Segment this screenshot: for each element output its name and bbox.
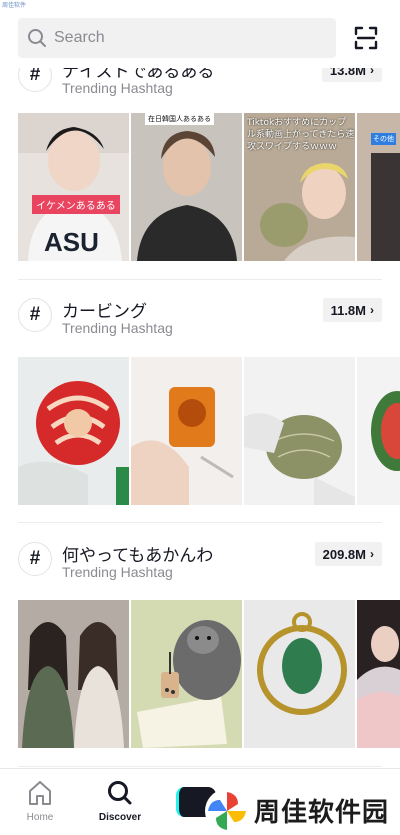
search-icon [28, 29, 46, 47]
hashtag-row-3[interactable]: # 何やってもあかんわ Trending Hashtag 209.8M › [18, 542, 382, 582]
home-icon [29, 781, 51, 805]
svg-text:ASU: ASU [44, 227, 99, 257]
scan-icon[interactable] [352, 24, 380, 52]
pinwheel-logo-icon [205, 788, 249, 833]
thumbnail-caption: Tiktokおすすめにカップル系動画上がってきたら速攻スワイプするｗｗｗ [247, 118, 355, 152]
search-placeholder: Search [54, 29, 105, 46]
video-thumbnail[interactable] [244, 600, 355, 748]
video-thumbnails: ASU イケメンあるある 在日韓国人あるある Tiktokおすすめにカップル系動… [18, 113, 400, 261]
video-thumbnail[interactable] [357, 600, 400, 748]
watermark-top: 周佳软件 [2, 2, 27, 9]
chevron-right-icon: › [370, 547, 374, 561]
video-thumbnail[interactable] [357, 357, 400, 505]
thumbnail-caption: 在日韓国人あるある [145, 113, 214, 125]
section-divider [18, 766, 382, 767]
watermark-logo: 周佳软件园 [204, 786, 400, 835]
top-bar: Search [0, 0, 400, 68]
tab-discover-label: Discover [98, 812, 142, 823]
tab-discover[interactable]: Discover [90, 779, 150, 823]
video-thumbnail[interactable] [131, 600, 242, 748]
video-thumbnails [18, 600, 400, 748]
hashtag-row-2[interactable]: # カービング Trending Hashtag 11.8M › [18, 298, 382, 338]
view-count: 11.8M [330, 302, 366, 318]
watermark-text: 周佳软件园 [254, 798, 390, 828]
chevron-right-icon: › [370, 303, 374, 317]
view-count-badge[interactable]: 209.8M › [314, 542, 382, 566]
hashtag-icon: # [18, 542, 52, 576]
tab-home[interactable]: Home [10, 779, 70, 823]
hashtag-icon: # [18, 298, 52, 332]
video-thumbnail[interactable] [18, 600, 129, 748]
video-thumbnail[interactable]: 在日韓国人あるある [131, 113, 242, 261]
video-thumbnails [18, 357, 400, 505]
video-thumbnail[interactable] [244, 357, 355, 505]
hashtag-subtitle: Trending Hashtag [62, 564, 173, 580]
thumbnail-caption: その他 [371, 133, 396, 145]
video-thumbnail[interactable] [18, 357, 129, 505]
video-thumbnail[interactable] [131, 357, 242, 505]
thumbnail-caption: イケメンあるある [32, 195, 120, 214]
search-input[interactable]: Search [18, 18, 336, 58]
hashtag-title: 何やってもあかんわ [62, 546, 214, 566]
video-thumbnail[interactable]: Tiktokおすすめにカップル系動画上がってきたら速攻スワイプするｗｗｗ [244, 113, 355, 261]
hashtag-subtitle: Trending Hashtag [62, 320, 173, 336]
view-count-badge[interactable]: 11.8M › [322, 298, 382, 322]
hashtag-title: カービング [62, 302, 147, 322]
search-icon [108, 781, 132, 805]
video-thumbnail[interactable]: その他 [357, 113, 400, 261]
view-count: 209.8M [322, 546, 366, 562]
hashtag-subtitle: Trending Hashtag [62, 80, 173, 96]
section-divider [18, 279, 382, 280]
tab-home-label: Home [26, 812, 54, 823]
section-divider [18, 522, 382, 523]
video-thumbnail[interactable]: ASU イケメンあるある [18, 113, 129, 261]
